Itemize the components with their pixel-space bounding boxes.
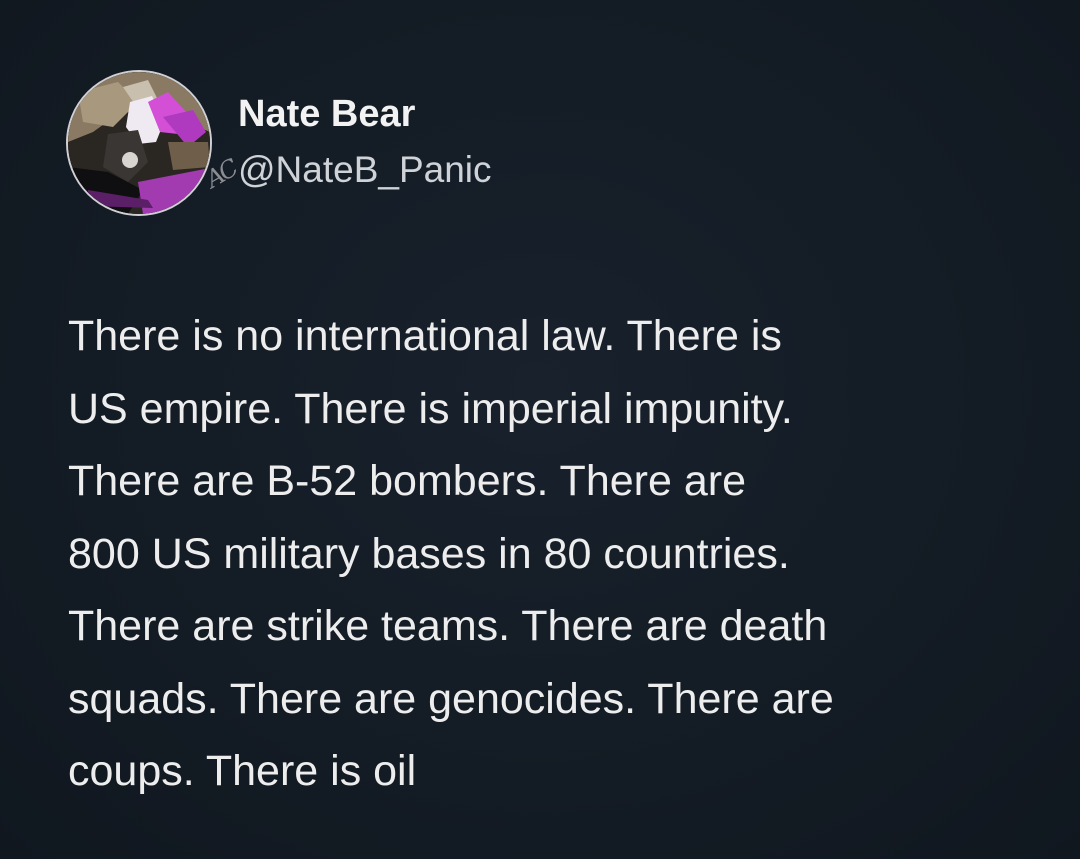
tweet-text-line: coups. There is oil [68,747,417,795]
author-block: Nate Bear AC @NateB_Panic [201,90,492,200]
tweet-text-line: There is no international law. There is [68,312,782,360]
author-handle[interactable]: @NateB_Panic [238,149,492,190]
tweet-text-line: There are B-52 bombers. There are [68,457,746,505]
tweet-card: Nate Bear AC @NateB_Panic There is no in… [0,0,1080,859]
tweet-header: Nate Bear AC @NateB_Panic [66,70,766,216]
tweet-text: There is no international law. There is … [68,300,1058,808]
tweet-text-line: 800 US military bases in 80 countries. [68,529,790,578]
author-handle-row: AC @NateB_Panic [201,148,492,200]
tweet-text-line: There are strike teams. There are death [68,602,828,650]
author-display-name[interactable]: Nate Bear [238,90,492,138]
avatar[interactable] [66,70,212,216]
tweet-text-line: squads. There are genocides. There are [68,674,834,723]
tweet-text-line: US empire. There is imperial impunity. [68,384,793,433]
profile-photo-avatar-icon [68,72,210,214]
